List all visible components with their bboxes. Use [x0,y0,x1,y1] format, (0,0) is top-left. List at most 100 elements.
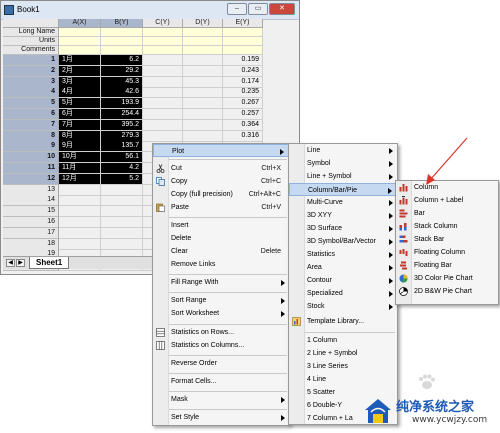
cell-b[interactable] [101,184,143,196]
cell-b[interactable]: 5.2 [101,173,143,185]
cell-a[interactable]: 4月 [59,87,101,99]
metadata-cell[interactable] [183,28,223,37]
cell-b[interactable]: 42.6 [101,87,143,99]
row-header[interactable]: 4 [3,87,59,99]
cell-d[interactable] [183,98,223,110]
tab-scroll-left-icon[interactable]: ◀ [6,259,15,267]
cell-a[interactable] [59,195,101,207]
cell-d[interactable] [183,87,223,99]
cell-b[interactable] [101,195,143,207]
menu-item-column[interactable]: Column [396,181,498,194]
menu-item-paste[interactable]: Paste Ctrl+V [153,201,289,214]
metadata-cell[interactable] [101,46,143,55]
cell-e[interactable]: 0.243 [223,65,263,77]
metadata-row-header[interactable]: Comments [3,46,59,55]
row-header[interactable]: 11 [3,163,59,174]
menu-item-column-label[interactable]: Column + Label [396,194,498,207]
metadata-row-header[interactable]: Units [3,37,59,46]
cell-a[interactable]: 2月 [59,65,101,77]
cell-e[interactable]: 0.316 [223,130,263,142]
row-header[interactable]: 3 [3,76,59,88]
metadata-cell[interactable] [59,46,101,55]
cell-a[interactable]: 7月 [59,119,101,131]
menu-item-stack-column[interactable]: Stack Column [396,220,498,233]
cell-b[interactable]: 29.2 [101,65,143,77]
menu-item-remove-links[interactable]: Remove Links [153,258,289,271]
cell-b[interactable] [101,238,143,250]
menu-item-sort-worksheet[interactable]: Sort Worksheet [153,307,289,320]
cell-b[interactable]: 45.3 [101,76,143,88]
cell-b[interactable]: 6.2 [101,55,143,66]
menu-item-column-bar-pie[interactable]: Column/Bar/Pie [289,183,397,196]
cell-e[interactable]: 0.235 [223,87,263,99]
cell-c[interactable] [143,55,183,66]
cell-d[interactable] [183,119,223,131]
menu-item-recent-3[interactable]: 3 Line Series [289,360,397,373]
tab-sheet1[interactable]: Sheet1 [29,257,70,269]
cell-e[interactable]: 0.267 [223,98,263,110]
cell-b[interactable] [101,227,143,239]
menu-item-recent-4[interactable]: 4 Line [289,373,397,386]
menu-item-symbol[interactable]: Symbol [289,157,397,170]
metadata-cell[interactable] [143,37,183,46]
cell-b[interactable] [101,206,143,218]
cell-a[interactable]: 10月 [59,152,101,164]
cell-a[interactable]: 5月 [59,98,101,110]
menu-item-plot[interactable]: Plot [153,144,289,157]
cell-c[interactable] [143,109,183,120]
menu-item-statistics-columns[interactable]: Statistics on Columns... [153,339,289,352]
metadata-cell[interactable] [183,46,223,55]
row-header[interactable]: 14 [3,195,59,207]
cell-c[interactable] [143,98,183,110]
cell-b[interactable]: 279.3 [101,130,143,142]
menu-item-reverse-order[interactable]: Reverse Order [153,357,289,370]
row-header[interactable]: 1 [3,55,59,66]
metadata-cell[interactable] [223,37,263,46]
cell-c[interactable] [143,87,183,99]
menu-item-line-symbol[interactable]: Line + Symbol [289,170,397,183]
cell-a[interactable]: 3月 [59,76,101,88]
menu-item-bar[interactable]: Bar [396,207,498,220]
cell-c[interactable] [143,65,183,77]
cell-b[interactable]: 395.2 [101,119,143,131]
close-button[interactable]: ✕ [269,3,295,15]
menu-item-3d-surface[interactable]: 3D Surface [289,222,397,235]
cell-d[interactable] [183,55,223,66]
row-header[interactable]: 15 [3,206,59,218]
menu-item-clear[interactable]: Clear Delete [153,245,289,258]
metadata-cell[interactable] [223,28,263,37]
cell-d[interactable] [183,109,223,120]
metadata-cell[interactable] [183,37,223,46]
metadata-cell[interactable] [59,37,101,46]
menu-item-multi-curve[interactable]: Multi-Curve [289,196,397,209]
row-header[interactable]: 5 [3,98,59,110]
cell-b[interactable]: 193.9 [101,98,143,110]
menu-item-copy-full-precision[interactable]: Copy (full precision) Ctrl+Alt+C [153,188,289,201]
column-header-d[interactable]: D(Y) [183,19,223,28]
menu-item-stack-bar[interactable]: Stack Bar [396,233,498,246]
menu-item-floating-column[interactable]: Floating Column [396,246,498,259]
cell-a[interactable]: 9月 [59,141,101,153]
row-header[interactable]: 8 [3,130,59,142]
cell-c[interactable] [143,76,183,88]
menu-item-insert[interactable]: Insert [153,219,289,232]
menu-item-recent-1[interactable]: 1 Column [289,334,397,347]
cell-a[interactable]: 6月 [59,109,101,120]
menu-item-set-style[interactable]: Set Style [153,411,289,424]
cell-b[interactable]: 4.2 [101,163,143,174]
cell-a[interactable]: 11月 [59,163,101,174]
menu-item-recent-2[interactable]: 2 Line + Symbol [289,347,397,360]
menu-item-statistics[interactable]: Statistics [289,248,397,261]
cell-d[interactable] [183,76,223,88]
menu-item-copy[interactable]: Copy Ctrl+C [153,175,289,188]
column-header-a[interactable]: A(X) [59,19,101,28]
menu-item-sort-range[interactable]: Sort Range [153,294,289,307]
menu-item-cut[interactable]: Cut Ctrl+X [153,162,289,175]
menu-item-3d-xyy[interactable]: 3D XYY [289,209,397,222]
menu-item-mask[interactable]: Mask [153,393,289,406]
row-header[interactable]: 16 [3,217,59,228]
metadata-cell[interactable] [223,46,263,55]
menu-item-floating-bar[interactable]: Floating Bar [396,259,498,272]
cell-c[interactable] [143,130,183,142]
cell-e[interactable]: 0.257 [223,109,263,120]
